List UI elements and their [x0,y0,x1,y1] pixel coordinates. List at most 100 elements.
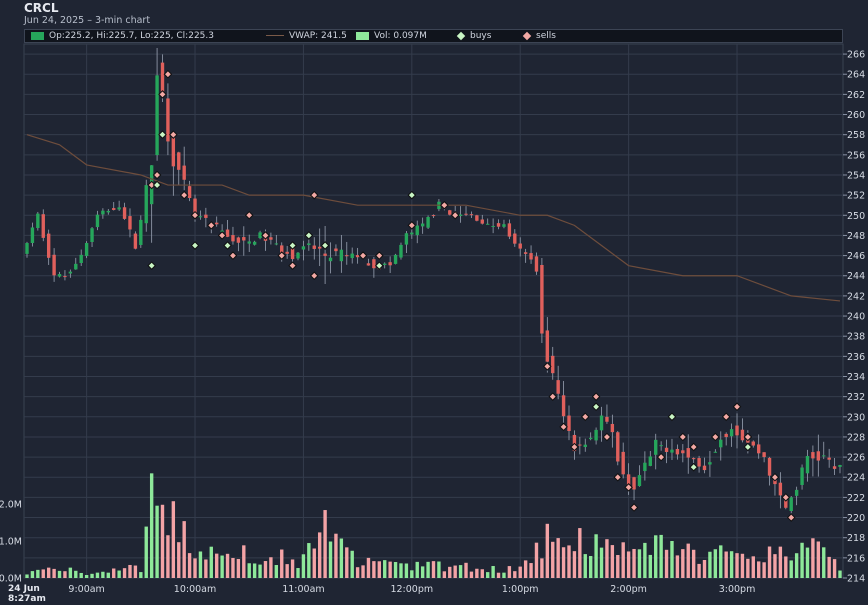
volume-bar [729,551,734,578]
volume-bars [25,473,842,578]
volume-bar [616,555,620,578]
volume-bar [112,568,116,578]
candle-body [372,259,376,269]
volume-bar [79,572,83,578]
volume-bar [491,566,495,578]
volume-bar [139,572,143,578]
candle-body [46,233,51,258]
y-tick-label: 262 [847,90,865,101]
candle-body [480,219,484,224]
volume-bar [209,546,213,578]
candle-body [90,228,94,243]
candle-body [274,243,279,245]
candle-body [247,241,251,244]
candle-body [350,253,354,259]
y-tick-label: 250 [847,211,865,222]
candle-body [415,225,419,236]
volume-bar [626,551,631,578]
volume-bar [751,556,755,578]
candle-body [74,263,78,270]
volume-bar [95,572,100,578]
sell-marker [678,432,688,442]
candle-body [578,444,582,446]
candle-body [469,214,474,216]
sell-marker [152,170,162,180]
volume-bar [496,572,501,578]
candle-body [242,237,246,241]
buy-marker [689,462,698,472]
candle-body [393,254,398,264]
candle-body [697,458,701,467]
candle-body [507,223,512,237]
candle-body [735,425,739,436]
candle-body [225,229,230,237]
candle-body [691,458,696,460]
candle-body [420,223,425,227]
volume-bar [220,555,224,578]
volume-bar [827,556,831,578]
sell-marker [743,432,753,442]
volume-bar [556,538,560,578]
volume-bar [610,545,615,578]
sell-marker [629,503,639,512]
y-tick-label: 216 [847,553,865,564]
volume-bar [177,542,181,578]
candle-body [312,245,316,249]
candle-body [366,263,371,266]
x-tick-label: 9:00am [68,584,104,595]
volume-bar [317,532,322,578]
volume-tick-label: 2.0M [0,500,22,511]
candle-body [431,215,436,217]
candle-body [545,330,550,362]
volume-bar [215,553,219,578]
sell-marker [179,190,189,200]
volume-bar [648,554,652,578]
volume-bar [204,559,208,578]
candle-body [383,263,387,265]
volume-bar [323,510,327,578]
sell-marker [163,69,173,79]
volume-bar [740,553,745,578]
volume-bar [621,542,625,578]
volume-bar [166,535,170,578]
candle-body [540,264,544,334]
volume-bar [431,561,436,578]
y-tick-label: 236 [847,352,865,363]
buy-marker [288,241,297,250]
sell-marker [158,90,167,99]
buy-marker [743,442,753,452]
volume-bar [258,564,262,578]
candle-body [269,237,273,240]
candle-body [101,210,105,215]
sell-marker [407,221,417,230]
price-chart[interactable]: 214 216 218 220 222 224 226 228 230 232 234 236 238 2… [0,0,868,605]
candle-body [513,233,517,244]
volume-bar [74,570,78,578]
volume-bar [518,566,522,578]
candles [25,47,842,514]
y-tick-label: 232 [847,392,865,403]
volume-bar [681,549,685,578]
volume-bar [588,556,593,578]
sell-marker [543,362,552,371]
candle-body [827,457,831,460]
y-tick-label: 260 [847,110,865,121]
sell-marker [786,513,796,522]
volume-bar [708,551,712,578]
cursor-time-label: 24 Jun 8:27am [8,584,46,604]
candle-body [762,452,766,458]
candle-body [675,448,680,455]
candle-body [757,444,761,454]
volume-bar [366,557,371,578]
candle-body [794,489,799,496]
candle-body [52,254,56,276]
candle-body [708,462,712,465]
volume-bar [122,568,127,578]
candle-body [41,214,45,238]
candle-body [328,257,333,262]
candle-body [139,219,143,245]
volume-bar [198,551,203,578]
candle-body [95,214,100,228]
volume-bar [187,553,192,578]
y-tick-label: 240 [847,312,865,323]
